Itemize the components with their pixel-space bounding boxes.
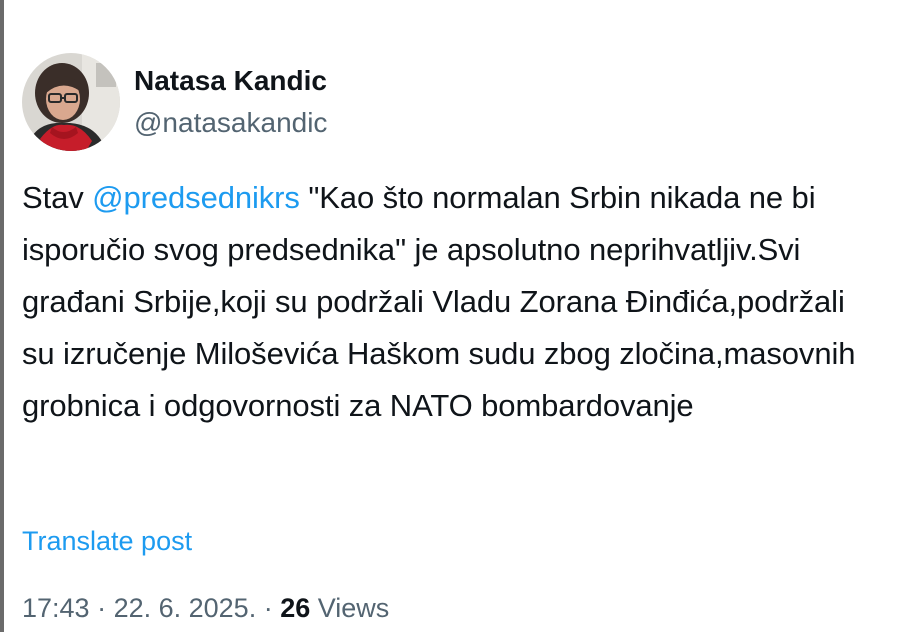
avatar[interactable] [22,53,120,151]
author-names: Natasa Kandic @natasakandic [134,63,327,141]
tweet-text: Stav @predsednikrs "Kao što normalan Srb… [22,172,882,432]
translate-post-link[interactable]: Translate post [22,524,192,558]
tweet-text-rest: "Kao što normalan Srbin nikada ne bi isp… [22,180,856,423]
author-handle[interactable]: @natasakandic [134,105,327,141]
meta-separator: · [256,593,281,623]
window-left-border [0,0,4,632]
post-date[interactable]: 22. 6. 2025. [114,593,257,623]
tweet-header: Natasa Kandic @natasakandic [22,50,882,154]
tweet-card: Natasa Kandic @natasakandic Stav @predse… [22,50,882,432]
views-label: Views [310,593,390,623]
mention-link[interactable]: @predsednikrs [92,180,300,215]
views-count: 26 [280,593,311,623]
tweet-text-start: Stav [22,180,93,215]
profile-photo-icon [22,53,120,151]
post-time[interactable]: 17:43 [22,593,90,623]
tweet-metadata: 17:43 · 22. 6. 2025. · 26 Views [22,590,389,626]
author-display-name[interactable]: Natasa Kandic [134,63,327,99]
meta-separator: · [89,593,114,623]
